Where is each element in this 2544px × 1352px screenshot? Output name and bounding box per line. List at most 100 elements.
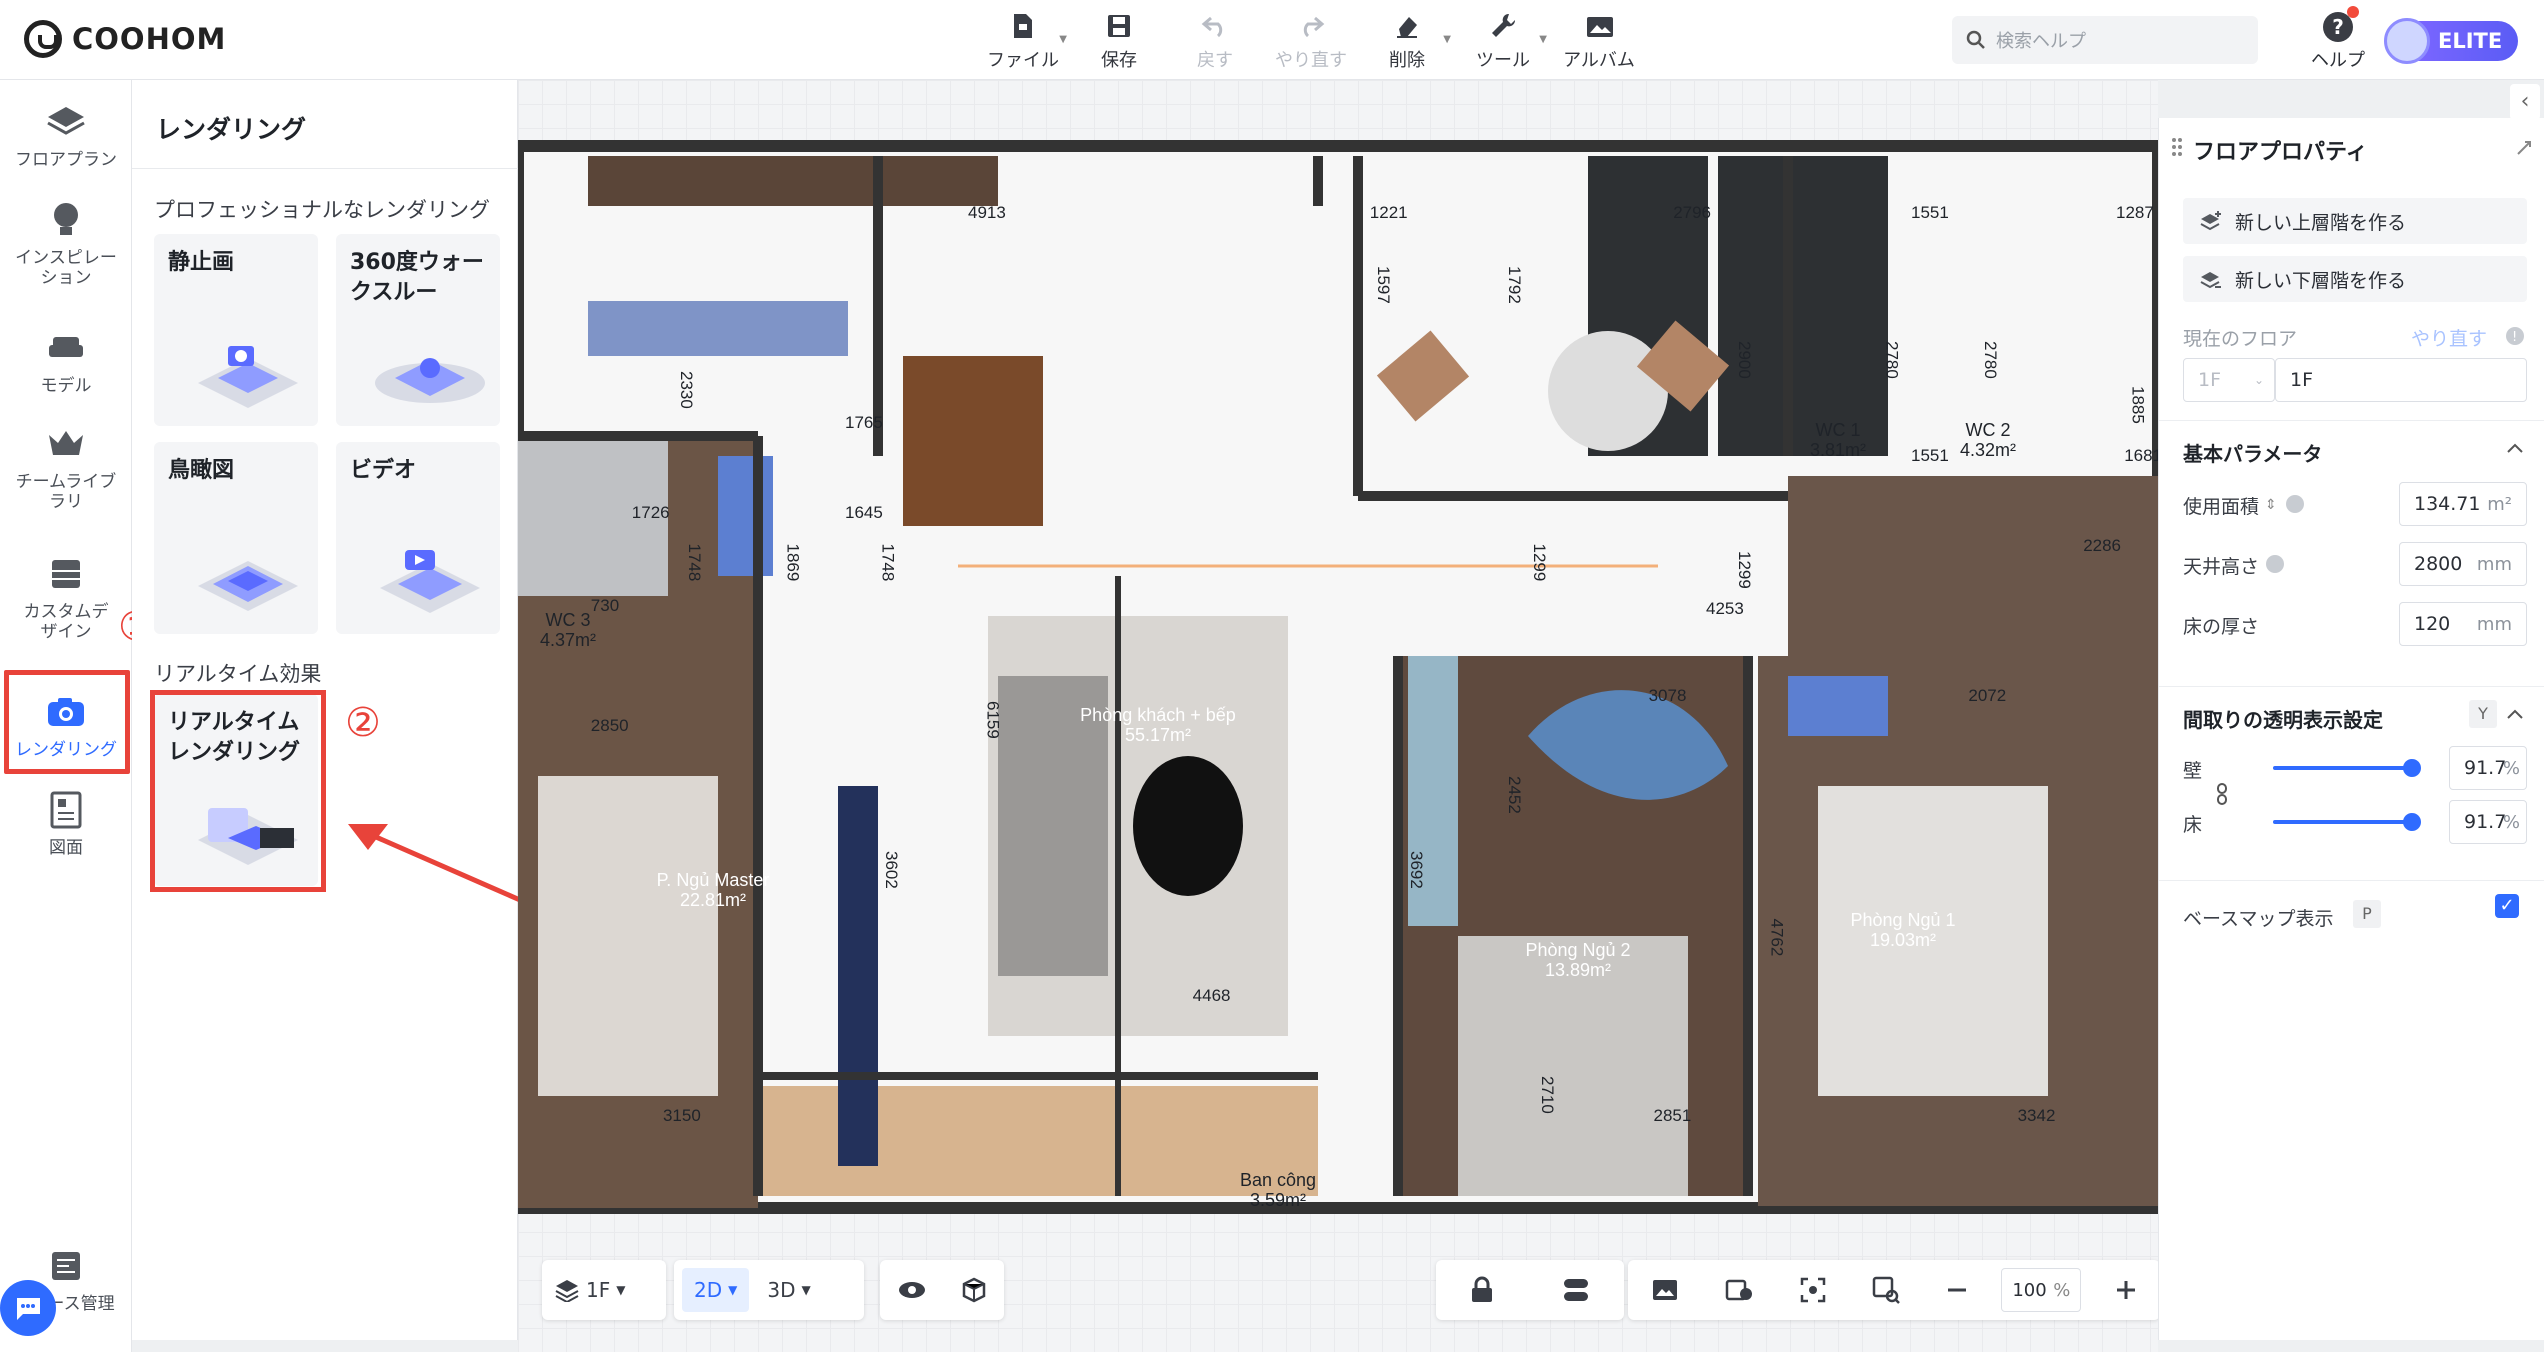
lock-button[interactable] xyxy=(1458,1268,1506,1312)
floor-transparency-input[interactable]: 91.7% xyxy=(2449,800,2527,844)
floor-thickness-value: 120 xyxy=(2414,613,2451,635)
view-3d-button[interactable]: 3D ▼ xyxy=(755,1268,822,1312)
area-input[interactable]: 134.71 m² xyxy=(2399,482,2527,526)
save-button[interactable]: 保存 xyxy=(1071,10,1167,72)
room-area-label: 3.81m² xyxy=(1810,440,1866,460)
dimension-label: 2330 xyxy=(677,371,696,409)
toggle-button[interactable] xyxy=(1550,1268,1602,1312)
zoom-out-button[interactable] xyxy=(1934,1268,1980,1312)
design-canvas[interactable]: 4913 1221 2796 1551 1287 2330 1597 1792 2900 2780… xyxy=(518,80,2158,1352)
floor-thickness-input[interactable]: 120 mm xyxy=(2399,602,2527,646)
info-icon[interactable]: ! xyxy=(2505,326,2525,346)
undo-button[interactable]: 戻す xyxy=(1167,10,1263,72)
help-button[interactable]: ? ヘルプ xyxy=(2296,6,2380,72)
basemap-checkbox[interactable]: ✓ xyxy=(2495,894,2519,918)
material-button[interactable] xyxy=(949,1268,999,1312)
file-menu-button[interactable]: ファイル ▼ xyxy=(975,10,1071,72)
chat-button[interactable] xyxy=(0,1280,56,1336)
user-menu[interactable]: ELITE xyxy=(2384,18,2519,64)
image-button[interactable] xyxy=(1639,1268,1691,1312)
zoom-in-button[interactable] xyxy=(2103,1268,2149,1312)
floor-selector[interactable]: 1F ▼ xyxy=(542,1260,666,1320)
birdseye-icon xyxy=(198,561,298,611)
floor-code-select[interactable]: 1F ⌄ xyxy=(2183,358,2275,402)
floor-transparency-slider[interactable] xyxy=(2273,813,2421,831)
tools-menu-button[interactable]: ツール ▼ xyxy=(1455,10,1551,72)
zoom-fit-button[interactable] xyxy=(1860,1268,1912,1312)
tools-label: ツール xyxy=(1476,50,1530,71)
birdseye-card[interactable]: 鳥瞰図 xyxy=(154,442,318,634)
album-button[interactable]: アルバム xyxy=(1551,10,1647,72)
redo-button[interactable]: やり直す xyxy=(1263,10,1359,72)
video-card[interactable]: ビデオ xyxy=(336,442,500,634)
dimension-label: 1299 xyxy=(1530,544,1549,582)
floor-name-input[interactable]: 1F xyxy=(2275,358,2527,402)
floor-name-value: 1F xyxy=(2290,369,2314,391)
redo-link[interactable]: やり直す xyxy=(2411,324,2487,351)
view-2d-button[interactable]: 2D ▼ xyxy=(682,1268,750,1312)
nav-inspiration[interactable]: インスピレーション xyxy=(0,200,132,288)
help-search[interactable]: 検索ヘルプ xyxy=(1952,16,2258,64)
dimension-label: 1551 xyxy=(1911,203,1949,222)
divider xyxy=(2159,880,2544,881)
layers-button[interactable]: 1F ▼ xyxy=(542,1268,637,1312)
focus-button[interactable] xyxy=(1788,1268,1838,1312)
view-mode-switch[interactable]: 2D ▼ 3D ▼ xyxy=(674,1260,864,1320)
room-360-icon xyxy=(375,358,485,403)
cube-icon xyxy=(962,1277,986,1303)
room-name-label: WC 1 xyxy=(1816,420,1861,440)
zoom-input[interactable]: 100% xyxy=(2001,1268,2082,1312)
annotation-step-2: ② xyxy=(345,700,381,746)
delete-label: 削除 xyxy=(1389,50,1425,71)
annotation-highlight-realtime xyxy=(150,690,326,892)
dimension-label: 4468 xyxy=(1193,986,1231,1005)
delete-menu-button[interactable]: 削除 ▼ xyxy=(1359,10,1455,72)
floor-transparency-label: 床 xyxy=(2183,814,2203,836)
pro-rendering-heading: プロフェッショナルなレンダリング xyxy=(154,198,490,222)
dimension-label: 3692 xyxy=(1407,851,1426,889)
nav-custom-design[interactable]: カスタムデザイン xyxy=(0,554,132,642)
link-icon[interactable] xyxy=(2215,782,2229,806)
nav-floorplan[interactable]: フロアプラン xyxy=(0,102,132,170)
visibility-button[interactable] xyxy=(885,1268,939,1312)
search-icon xyxy=(1966,30,1985,49)
card-label: 静止画 xyxy=(168,250,235,275)
room-area-label: 4.37m² xyxy=(540,630,596,650)
cabinet-icon xyxy=(46,554,86,594)
chevron-up-icon[interactable] xyxy=(2506,442,2524,454)
main-toolbar: ファイル ▼ 保存 戻す やり直す 削除 ▼ ツール ▼ アルバム xyxy=(975,10,1647,72)
app-logo[interactable]: COOHOM xyxy=(24,20,226,58)
help-label: ヘルプ xyxy=(2311,50,2365,71)
undo-icon xyxy=(1201,12,1229,40)
chat-icon xyxy=(16,1298,40,1320)
nav-model[interactable]: モデル xyxy=(0,328,132,396)
divider xyxy=(132,168,518,169)
avatar[interactable] xyxy=(2384,18,2430,64)
add-upper-floor-button[interactable]: 新しい上層階を作る xyxy=(2183,198,2527,244)
gear-icon xyxy=(1725,1279,1752,1301)
drag-handle-icon[interactable] xyxy=(2171,136,2183,158)
add-lower-floor-button[interactable]: 新しい下層階を作る xyxy=(2183,256,2527,302)
wall-transparency-input[interactable]: 91.7% xyxy=(2449,746,2527,790)
walkthrough-360-card[interactable]: 360度ウォークスルー xyxy=(336,234,500,426)
chevron-up-icon[interactable] xyxy=(2506,708,2524,720)
collapse-icon[interactable] xyxy=(2516,140,2532,156)
floor-value: 91.7 xyxy=(2464,811,2507,833)
ceiling-height-input[interactable]: 2800 mm xyxy=(2399,542,2527,586)
nav-team-library[interactable]: チームライブラリ xyxy=(0,424,132,512)
ceiling-unit: mm xyxy=(2476,553,2512,575)
ceiling-height-value: 2800 xyxy=(2414,553,2463,575)
help-icon: ? xyxy=(2323,6,2359,42)
toggle-icon xyxy=(1564,1279,1588,1301)
nav-drawings[interactable]: 図面 xyxy=(0,790,132,858)
wall-transparency-slider[interactable] xyxy=(2273,759,2421,777)
crown-icon xyxy=(46,424,86,464)
basic-params-heading: 基本パラメータ xyxy=(2183,442,2323,466)
search-input[interactable]: 検索ヘルプ xyxy=(1996,27,2086,53)
still-image-card[interactable]: 静止画 xyxy=(154,234,318,426)
lock-icon xyxy=(1472,1276,1492,1302)
room-name-label: P. Ngủ Master xyxy=(657,870,770,890)
panel-toggle-chevron-icon[interactable]: ‹ xyxy=(2510,84,2540,120)
top-bar: COOHOM ファイル▼ 保存 戻す やり直す 削除▼ ツール▼ アルバム xyxy=(0,0,2544,80)
settings-button[interactable] xyxy=(1713,1268,1767,1312)
